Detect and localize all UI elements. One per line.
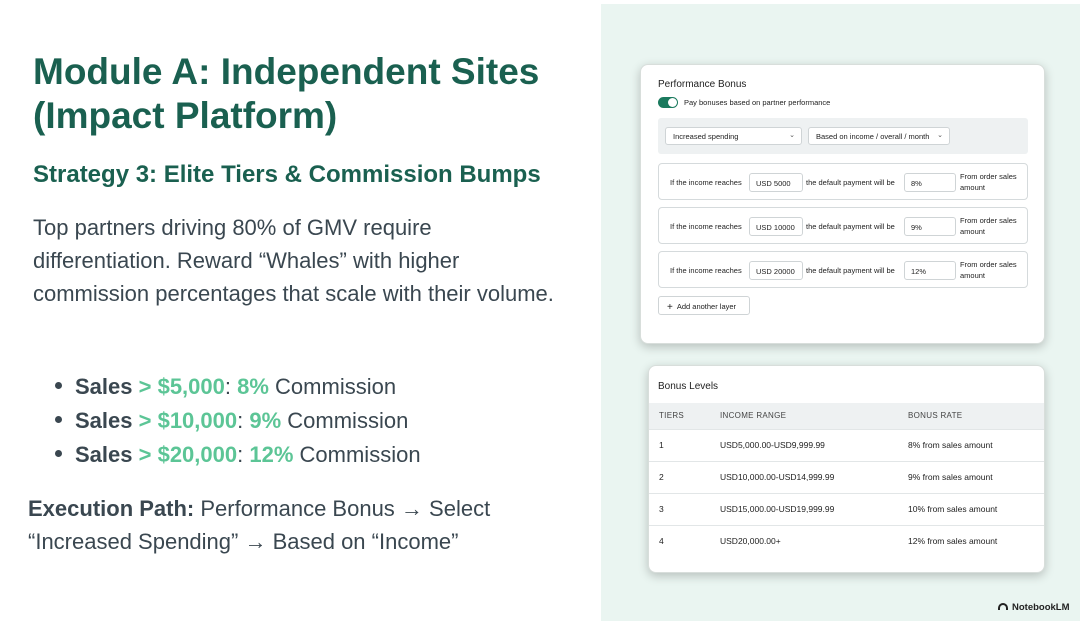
bullet-rate: 12%: [249, 442, 294, 467]
bonus-layer: If the income reaches USD 10000 the defa…: [658, 207, 1028, 244]
table-row: 4 USD20,000.00+ 12% from sales amount: [649, 524, 1044, 557]
tier-cell: 1: [649, 428, 710, 461]
layer-suffix: From order sales amount: [960, 260, 1017, 280]
tier-cell: 4: [649, 524, 710, 557]
bullet-sep: :: [237, 408, 244, 433]
layer-prefix: If the income reaches: [670, 222, 742, 231]
table-row: 3 USD15,000.00-USD19,999.99 10% from sal…: [649, 492, 1044, 525]
layer-prefix: If the income reaches: [670, 266, 742, 275]
bullet-dot: [55, 381, 62, 389]
income-threshold-input[interactable]: USD 20000: [749, 261, 803, 280]
bonus-levels-table: TIERS INCOME RANGE BONUS RATE 1 USD5,000…: [649, 403, 1044, 557]
slide-title: Module A: Independent Sites (Impact Plat…: [33, 51, 540, 136]
execution-label: Execution Path:: [28, 496, 195, 521]
income-threshold-input[interactable]: USD 10000: [749, 217, 803, 236]
logo-text: NotebookLM: [1012, 602, 1070, 613]
pay-bonuses-toggle[interactable]: [658, 97, 678, 108]
bullet-label: Sales: [75, 408, 133, 433]
bonus-basis-select[interactable]: Based on income / overall / month ⌄: [808, 127, 950, 145]
bonus-layer: If the income reaches USD 5000 the defau…: [658, 163, 1028, 200]
bonus-settings-bar: Increased spending ⌄ Based on income / o…: [658, 118, 1028, 154]
tier-bullet: Sales > $5,000: 8% Commission: [55, 370, 421, 404]
notebooklm-icon: [998, 602, 1008, 610]
bonus-type-value: Increased spending: [673, 132, 739, 141]
income-range-cell: USD10,000.00-USD14,999.99: [710, 460, 898, 493]
bullet-label: Sales: [75, 374, 133, 399]
tier-bullet: Sales > $10,000: 9% Commission: [55, 404, 421, 438]
bullet-dot: [55, 449, 62, 457]
bullet-sep: :: [237, 442, 244, 467]
bullet-dot: [55, 415, 62, 423]
tier-bullet-list: Sales > $5,000: 8% Commission Sales > $1…: [55, 370, 421, 472]
tier-cell: 2: [649, 460, 710, 493]
payment-rate-input[interactable]: 12%: [904, 261, 956, 280]
chevron-down-icon: ⌄: [789, 132, 795, 139]
notebooklm-logo: NotebookLM: [998, 602, 1070, 613]
bonus-levels-title: Bonus Levels: [658, 381, 719, 392]
bullet-sep: :: [224, 374, 231, 399]
bullet-label: Sales: [75, 442, 133, 467]
payment-rate-input[interactable]: 9%: [904, 217, 956, 236]
bonus-rate-cell: 9% from sales amount: [898, 460, 1044, 493]
column-header-income-range: INCOME RANGE: [710, 403, 898, 429]
layer-suffix: From order sales amount: [960, 172, 1017, 192]
performance-bonus-card: Performance Bonus Pay bonuses based on p…: [640, 64, 1045, 344]
layer-prefix: If the income reaches: [670, 178, 742, 187]
layer-middle: the default payment will be: [806, 222, 895, 231]
execution-path: Execution Path: Performance Bonus → Sele…: [28, 492, 568, 558]
bonus-type-select[interactable]: Increased spending ⌄: [665, 127, 802, 145]
income-threshold-input[interactable]: USD 5000: [749, 173, 803, 192]
bullet-threshold: > $5,000: [138, 374, 225, 399]
layer-middle: the default payment will be: [806, 266, 895, 275]
add-layer-label: Add another layer: [676, 302, 737, 311]
payment-rate-input[interactable]: 8%: [904, 173, 956, 192]
bullet-suffix: Commission: [299, 442, 421, 467]
chevron-down-icon: ⌄: [937, 132, 943, 139]
plus-icon: +: [667, 302, 673, 313]
table-header-row: TIERS INCOME RANGE BONUS RATE: [649, 403, 1044, 429]
bullet-suffix: Commission: [287, 408, 409, 433]
intro-paragraph: Top partners driving 80% of GMV require …: [33, 215, 554, 306]
bullet-rate: 8%: [237, 374, 269, 399]
income-range-cell: USD20,000.00+: [710, 524, 898, 557]
tier-cell: 3: [649, 492, 710, 525]
bullet-rate: 9%: [249, 408, 282, 433]
table-row: 2 USD10,000.00-USD14,999.99 9% from sale…: [649, 460, 1044, 493]
bonus-rate-cell: 12% from sales amount: [898, 524, 1044, 557]
income-range-cell: USD15,000.00-USD19,999.99: [710, 492, 898, 525]
bullet-threshold: > $20,000: [138, 442, 238, 467]
bonus-levels-card: Bonus Levels TIERS INCOME RANGE BONUS RA…: [648, 365, 1045, 573]
column-header-bonus-rate: BONUS RATE: [898, 403, 1044, 429]
layer-suffix: From order sales amount: [960, 216, 1017, 236]
bonus-rate-cell: 10% from sales amount: [898, 492, 1044, 525]
bullet-threshold: > $10,000: [138, 408, 238, 433]
pay-bonuses-toggle-label: Pay bonuses based on partner performance: [684, 98, 831, 107]
performance-bonus-title: Performance Bonus: [658, 79, 747, 90]
table-row: 1 USD5,000.00-USD9,999.99 8% from sales …: [649, 428, 1044, 461]
bullet-suffix: Commission: [275, 374, 397, 399]
layer-middle: the default payment will be: [806, 178, 895, 187]
bonus-rate-cell: 8% from sales amount: [898, 428, 1044, 461]
bonus-basis-value: Based on income / overall / month: [816, 132, 930, 141]
slide-subtitle: Strategy 3: Elite Tiers & Commission Bum…: [33, 161, 541, 188]
bonus-layer: If the income reaches USD 20000 the defa…: [658, 251, 1028, 288]
tier-bullet: Sales > $20,000: 12% Commission: [55, 438, 421, 472]
income-range-cell: USD5,000.00-USD9,999.99: [710, 428, 898, 461]
column-header-tiers: TIERS: [649, 403, 710, 429]
add-layer-button[interactable]: + Add another layer: [658, 296, 750, 315]
